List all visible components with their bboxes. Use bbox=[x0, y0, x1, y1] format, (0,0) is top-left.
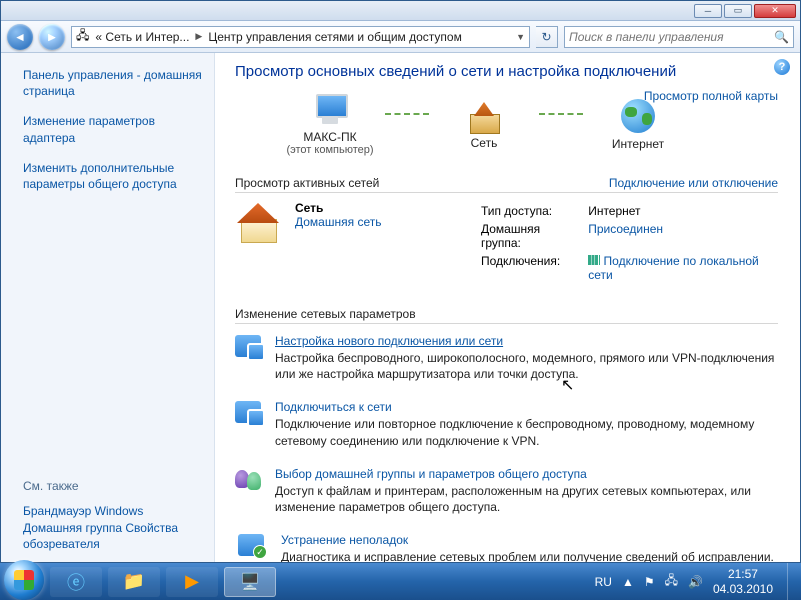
clock-date: 04.03.2010 bbox=[713, 582, 773, 596]
task-new-connection-link[interactable]: Настройка нового подключения или сети bbox=[275, 334, 503, 348]
network-name: Сеть bbox=[295, 201, 381, 215]
sidebar-homegroup[interactable]: Домашняя группа bbox=[23, 521, 122, 535]
back-button[interactable]: ◄ bbox=[7, 24, 33, 50]
system-tray: RU ▲ ⚑ 🖧 🔊 21:57 04.03.2010 bbox=[595, 567, 781, 596]
connect-icon bbox=[235, 401, 261, 423]
taskbar-ie[interactable]: ⓔ bbox=[50, 567, 102, 597]
network-type-link[interactable]: Домашняя сеть bbox=[295, 215, 381, 229]
help-icon[interactable]: ? bbox=[774, 59, 790, 75]
breadcrumb-2[interactable]: Центр управления сетями и общим доступом bbox=[206, 30, 464, 44]
forward-button[interactable]: ► bbox=[39, 24, 65, 50]
node-net-label: Сеть bbox=[471, 136, 498, 150]
start-button[interactable] bbox=[4, 560, 44, 600]
building-icon bbox=[466, 100, 502, 132]
homegroup-value-link[interactable]: Присоединен bbox=[588, 222, 663, 236]
access-type-label: Тип доступа: bbox=[481, 203, 586, 219]
sidebar: Панель управления - домашняя страница Из… bbox=[1, 53, 215, 562]
sidebar-home-link[interactable]: Панель управления - домашняя страница bbox=[23, 67, 204, 99]
breadcrumb-box[interactable]: 🖧 « Сеть и Интер... ▶ Центр управления с… bbox=[71, 26, 530, 48]
node-pc-sublabel: (этот компьютер) bbox=[286, 144, 373, 156]
full-map-link[interactable]: Просмотр полной карты bbox=[644, 89, 778, 103]
connection-line bbox=[539, 113, 583, 115]
connection-link[interactable]: Подключение по локальной сети bbox=[588, 254, 759, 282]
address-bar: ◄ ► 🖧 « Сеть и Интер... ▶ Центр управлен… bbox=[1, 21, 800, 53]
task-connect-desc: Подключение или повторное подключение к … bbox=[275, 416, 778, 448]
see-also-label: См. также bbox=[23, 479, 204, 493]
active-network-row: Сеть Домашняя сеть Тип доступа:Интернет … bbox=[235, 201, 778, 285]
show-desktop-button[interactable] bbox=[787, 563, 797, 600]
sidebar-adapter-settings[interactable]: Изменение параметров адаптера bbox=[23, 113, 204, 145]
close-button[interactable]: ✕ bbox=[754, 4, 796, 18]
node-pc-label: МАКС-ПК bbox=[303, 130, 356, 144]
chevron-right-icon: ▶ bbox=[195, 31, 202, 42]
node-internet[interactable]: Интернет bbox=[583, 99, 693, 151]
task-troubleshoot-link[interactable]: Устранение неполадок bbox=[281, 533, 408, 547]
flag-icon[interactable]: ⚑ bbox=[644, 575, 655, 589]
taskbar: ⓔ 📁 ▶ 🖥️ RU ▲ ⚑ 🖧 🔊 21:57 04.03.2010 bbox=[0, 563, 801, 600]
taskbar-wmp[interactable]: ▶ bbox=[166, 567, 218, 597]
lang-indicator[interactable]: RU bbox=[595, 575, 612, 589]
sidebar-sharing-settings[interactable]: Изменить дополнительные параметры общего… bbox=[23, 160, 204, 192]
clock-time: 21:57 bbox=[713, 567, 773, 581]
access-type-value: Интернет bbox=[588, 203, 776, 219]
refresh-button[interactable]: ↻ bbox=[536, 26, 558, 48]
network-center-icon: 🖧 bbox=[76, 26, 89, 47]
connections-label: Подключения: bbox=[481, 253, 586, 283]
change-settings-header: Изменение сетевых параметров bbox=[235, 307, 778, 324]
taskbar-explorer[interactable]: 📁 bbox=[108, 567, 160, 597]
clock[interactable]: 21:57 04.03.2010 bbox=[713, 567, 773, 596]
homegroup-label: Домашняя группа: bbox=[481, 221, 586, 251]
ie-icon: ⓔ bbox=[67, 569, 85, 595]
task-connect-link[interactable]: Подключиться к сети bbox=[275, 400, 392, 414]
network-details-table: Тип доступа:Интернет Домашняя группа:При… bbox=[479, 201, 778, 285]
house-icon bbox=[235, 201, 281, 241]
task-troubleshoot: Устранение неполадок Диагностика и испра… bbox=[235, 533, 778, 562]
chevron-down-icon[interactable]: ▼ bbox=[516, 32, 525, 42]
maximize-button[interactable]: ▭ bbox=[724, 4, 752, 18]
main-pane: ? Просмотр основных сведений о сети и на… bbox=[215, 53, 800, 562]
breadcrumb-1[interactable]: « Сеть и Интер... bbox=[93, 30, 191, 44]
homegroup-icon bbox=[235, 468, 261, 490]
folder-icon: 📁 bbox=[123, 571, 145, 592]
troubleshoot-icon bbox=[238, 534, 264, 556]
pc-icon bbox=[310, 94, 350, 126]
active-networks-header: Просмотр активных сетей Подключение или … bbox=[235, 176, 778, 193]
signal-icon bbox=[588, 255, 600, 265]
node-inet-label: Интернет bbox=[612, 137, 664, 151]
task-new-connection: Настройка нового подключения или сети На… bbox=[235, 334, 778, 382]
node-network[interactable]: Сеть bbox=[429, 100, 539, 150]
network-tray-icon[interactable]: 🖧 bbox=[665, 571, 678, 592]
tray-arrow-icon[interactable]: ▲ bbox=[622, 575, 634, 589]
minimize-button[interactable]: ─ bbox=[694, 4, 722, 18]
cp-icon: 🖥️ bbox=[240, 572, 260, 592]
task-connect: Подключиться к сети Подключение или повт… bbox=[235, 400, 778, 448]
globe-icon bbox=[621, 99, 655, 133]
active-networks-title: Просмотр активных сетей bbox=[235, 176, 379, 190]
taskbar-control-panel[interactable]: 🖥️ bbox=[224, 567, 276, 597]
page-title: Просмотр основных сведений о сети и наст… bbox=[235, 63, 778, 80]
search-box[interactable]: 🔍 bbox=[564, 26, 794, 48]
task-homegroup-link[interactable]: Выбор домашней группы и параметров общег… bbox=[275, 467, 587, 481]
connection-line bbox=[385, 113, 429, 115]
media-icon: ▶ bbox=[185, 571, 199, 592]
wizard-icon bbox=[235, 335, 261, 357]
task-homegroup-desc: Доступ к файлам и принтерам, расположенн… bbox=[275, 483, 778, 515]
network-map: МАКС-ПК (этот компьютер) Сеть Интернет bbox=[275, 94, 778, 156]
search-icon[interactable]: 🔍 bbox=[774, 30, 789, 44]
search-input[interactable] bbox=[569, 30, 774, 44]
task-troubleshoot-desc: Диагностика и исправление сетевых пробле… bbox=[281, 549, 774, 562]
sidebar-firewall[interactable]: Брандмауэр Windows bbox=[23, 504, 143, 518]
task-homegroup: Выбор домашней группы и параметров общег… bbox=[235, 467, 778, 515]
volume-icon[interactable]: 🔊 bbox=[688, 575, 703, 589]
connect-disconnect-link[interactable]: Подключение или отключение bbox=[609, 176, 778, 190]
task-new-connection-desc: Настройка беспроводного, широкополосного… bbox=[275, 350, 778, 382]
control-panel-window: ─ ▭ ✕ ◄ ► 🖧 « Сеть и Интер... ▶ Центр уп… bbox=[0, 0, 801, 563]
node-this-pc[interactable]: МАКС-ПК (этот компьютер) bbox=[275, 94, 385, 156]
titlebar: ─ ▭ ✕ bbox=[1, 1, 800, 21]
